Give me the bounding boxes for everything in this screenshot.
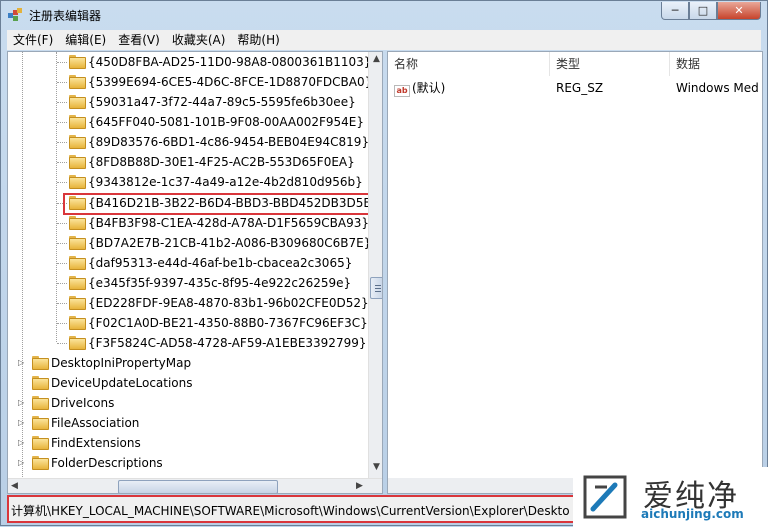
column-header-name[interactable]: 名称 [388, 52, 550, 76]
string-value-icon: ab [394, 85, 410, 97]
folder-icon [69, 336, 86, 350]
list-item-data: Windows Med [676, 81, 759, 95]
folder-icon [69, 236, 86, 250]
tree-item-guid[interactable]: {645FF040-5081-101B-9F08-00AA002F954E} [57, 112, 364, 132]
tree-item-guid[interactable]: {ED228FDF-9EA8-4870-83b1-96b02CFE0D52} [57, 293, 369, 313]
menu-file[interactable]: 文件(F) [7, 30, 59, 50]
minimize-icon: ─ [671, 4, 679, 17]
folder-icon [69, 155, 86, 169]
caption-buttons: ─ □ ✕ [661, 2, 761, 20]
tree-vertical-scrollbar[interactable]: ▲ ▼ [368, 52, 382, 478]
menu-help[interactable]: 帮助(H) [231, 30, 285, 50]
scroll-down-arrow-icon[interactable]: ▼ [373, 462, 380, 472]
list-item-type: REG_SZ [556, 81, 604, 95]
tree-item-findextensions[interactable]: ▷ FindExtensions [16, 433, 141, 453]
tree-item-guid[interactable]: {F02C1A0D-BE21-4350-88B0-7367FC96EF3C} [57, 313, 368, 333]
folder-icon [32, 396, 49, 410]
tree-item-guid[interactable]: {B4FB3F98-C1EA-428d-A78A-D1F5659CBA93} [57, 213, 369, 233]
close-button[interactable]: ✕ [717, 2, 761, 20]
tree-item-guid[interactable]: {daf95313-e44d-46af-be1b-cbacea2c3065} [57, 253, 352, 273]
regedit-app-icon [8, 8, 22, 21]
tree-item-guid[interactable]: {8FD8B88D-30E1-4F25-AC2B-553D65F0EA} [57, 152, 355, 172]
folder-icon [32, 376, 49, 390]
scroll-left-arrow-icon[interactable]: ◀ [11, 481, 18, 491]
tree-item-desktopinipropertymap[interactable]: ▷ DesktopIniPropertyMap [16, 353, 191, 373]
folder-icon [69, 175, 86, 189]
maximize-icon: □ [697, 4, 709, 17]
tree-item-folderdescriptions[interactable]: ▷ FolderDescriptions [16, 453, 163, 473]
title-bar[interactable]: 注册表编辑器 ─ □ ✕ [1, 1, 767, 29]
folder-icon [69, 276, 86, 290]
status-key-path: 计算机\HKEY_LOCAL_MACHINE\SOFTWARE\Microsof… [11, 504, 570, 518]
list-item[interactable]: ab (默认) [394, 78, 554, 98]
folder-icon [69, 75, 86, 89]
expand-arrow-icon[interactable]: ▷ [18, 458, 27, 467]
menu-view[interactable]: 查看(V) [112, 30, 166, 50]
minimize-button[interactable]: ─ [661, 2, 689, 20]
folder-icon [32, 356, 49, 370]
maximize-button[interactable]: □ [689, 2, 717, 20]
folder-icon [69, 216, 86, 230]
tree-item-guid[interactable]: {F3F5824C-AD58-4728-AF59-A1EBE3392799} [57, 333, 366, 353]
folder-icon [32, 456, 49, 470]
tree-item-guid[interactable]: {59031a47-3f72-44a7-89c5-5595fe6b30ee} [57, 92, 356, 112]
scrollbar-thumb[interactable] [370, 277, 382, 299]
expand-arrow-icon[interactable]: ▷ [18, 358, 27, 367]
tree-item-driveicons[interactable]: ▷ DriveIcons [16, 393, 114, 413]
scroll-right-arrow-icon[interactable]: ▶ [356, 481, 363, 491]
folder-icon [32, 416, 49, 430]
folder-icon [69, 296, 86, 310]
scrollbar-thumb[interactable] [118, 480, 278, 493]
watermark: 爱纯净 aichunjing.com [573, 467, 768, 527]
tree-item-guid[interactable]: {BD7A2E7B-21CB-41b2-A086-B309680C6B7E} [57, 233, 371, 253]
tree-item-guid[interactable]: {e345f35f-9397-435c-8f95-4e922c26259e} [57, 273, 351, 293]
tree-item-deviceupdatelocations[interactable]: DeviceUpdateLocations [16, 373, 193, 393]
folder-icon [32, 436, 49, 450]
folder-icon [69, 256, 86, 270]
registry-editor-window: 注册表编辑器 ─ □ ✕ 文件(F) 编辑(E) 查看(V) 收藏夹(A) 帮助… [0, 0, 768, 527]
column-header-data[interactable]: 数据 [670, 52, 762, 76]
folder-icon [69, 115, 86, 129]
selected-key-highlight-box [63, 193, 377, 215]
tree-horizontal-scrollbar[interactable]: ◀ ▶ [8, 478, 382, 493]
tree-item-guid[interactable]: {5399E694-6CE5-4D6C-8FCE-1D8870FDCBA0} [57, 72, 372, 92]
column-header-type[interactable]: 类型 [550, 52, 670, 76]
folder-icon [69, 95, 86, 109]
expand-arrow-icon[interactable]: ▷ [18, 418, 27, 427]
expand-arrow-icon[interactable]: ▷ [18, 398, 27, 407]
menu-bar: 文件(F) 编辑(E) 查看(V) 收藏夹(A) 帮助(H) [7, 30, 761, 50]
watermark-url: aichunjing.com [641, 507, 744, 521]
close-icon: ✕ [734, 4, 744, 17]
menu-edit[interactable]: 编辑(E) [59, 30, 112, 50]
scroll-up-arrow-icon[interactable]: ▲ [373, 54, 380, 64]
menu-favorites[interactable]: 收藏夹(A) [166, 30, 232, 50]
tree-item-guid[interactable]: {9343812e-1c37-4a49-a12e-4b2d810d956b} [57, 172, 363, 192]
tree-item-guid[interactable]: {450D8FBA-AD25-11D0-98A8-0800361B1103} [57, 52, 371, 72]
tree-item-guid[interactable]: {89D83576-6BD1-4c86-9454-BEB04E94C819} [57, 132, 369, 152]
folder-icon [69, 55, 86, 69]
registry-values-pane[interactable]: 名称 类型 数据 ab (默认) REG_SZ Windows Med [387, 51, 763, 494]
folder-icon [69, 135, 86, 149]
tree-item-fileassociation[interactable]: ▷ FileAssociation [16, 413, 139, 433]
window-title: 注册表编辑器 [29, 9, 102, 23]
expand-arrow-icon[interactable]: ▷ [18, 438, 27, 447]
registry-tree-pane[interactable]: {450D8FBA-AD25-11D0-98A8-0800361B1103} {… [7, 51, 383, 494]
folder-icon [69, 316, 86, 330]
watermark-logo-icon [583, 475, 627, 519]
